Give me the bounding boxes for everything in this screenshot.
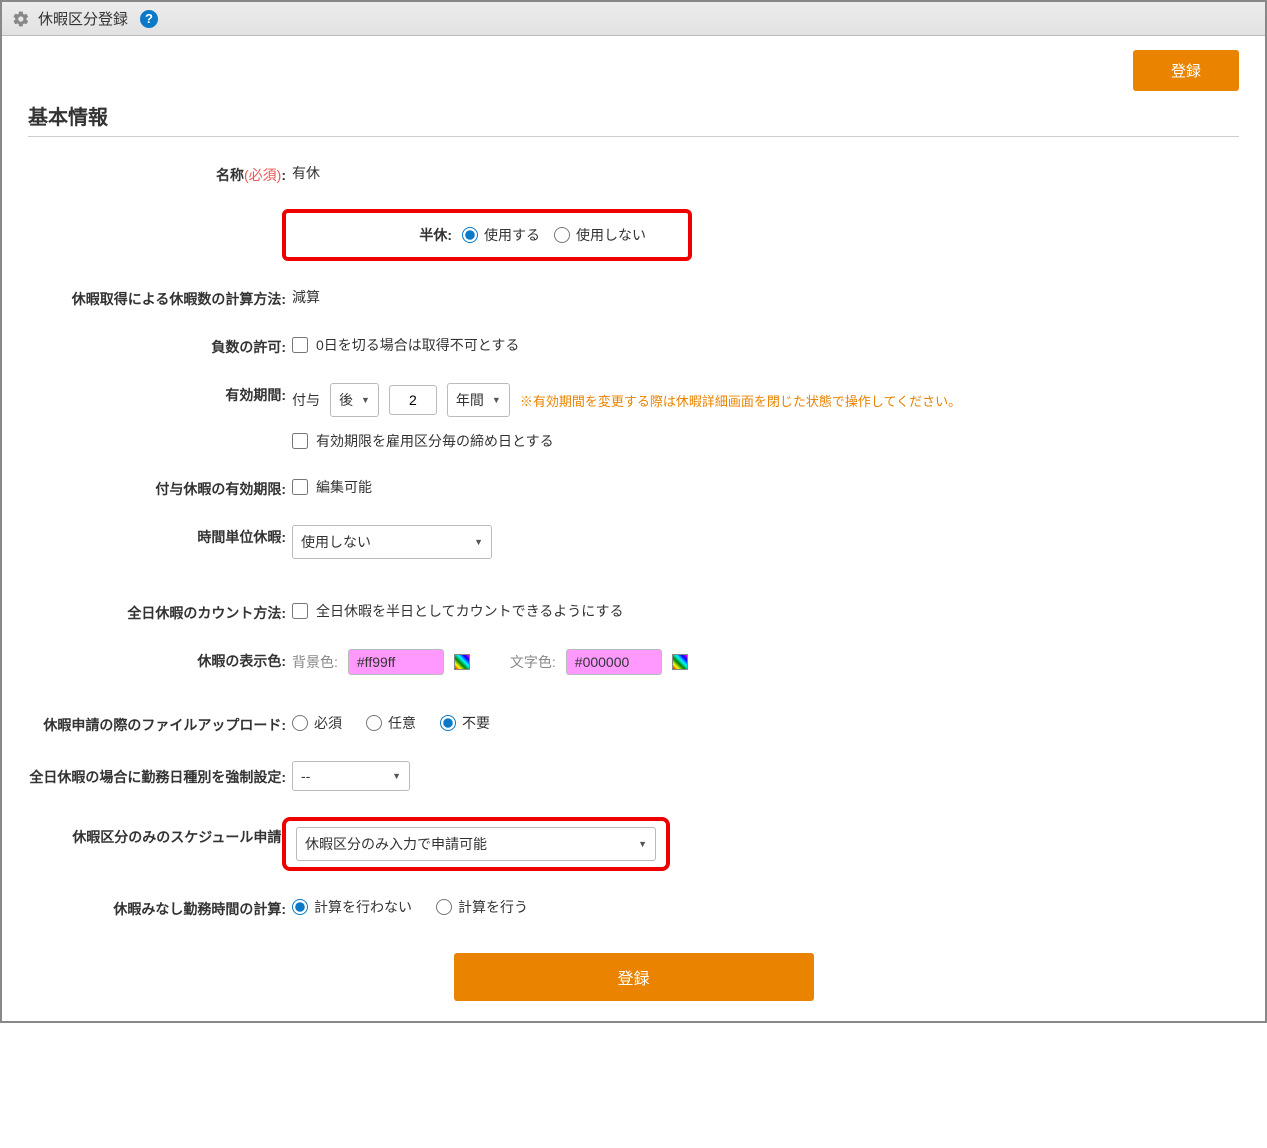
label-valid: 有効期間: xyxy=(28,381,292,405)
valid-hint: ※有効期間を変更する際は休暇詳細画面を閉じた状態で操作してください。 xyxy=(520,391,961,410)
row-grant: 付与休暇の有効期限: 編集可能 xyxy=(28,475,1239,499)
label-half: 半休: xyxy=(296,225,452,245)
gear-icon xyxy=(12,10,30,28)
row-colors: 休暇の表示色: 背景色: #ff99ff 文字色: #000000 xyxy=(28,647,1239,675)
value-name: 有休 xyxy=(292,161,1239,183)
select-sched[interactable]: 休暇区分のみ入力で申請可能 ▼ xyxy=(296,827,656,861)
cb-fullcount[interactable]: 全日休暇を半日としてカウントできるようにする xyxy=(292,601,623,621)
label-minashi: 休暇みなし勤務時間の計算: xyxy=(28,895,292,919)
row-valid2: 有効期限を雇用区分毎の締め日とする xyxy=(28,429,1239,451)
row-force: 全日休暇の場合に勤務日種別を強制設定: -- ▼ xyxy=(28,759,1239,791)
row-name: 名称(必須): 有休 xyxy=(28,161,1239,185)
top-register-row: 登録 xyxy=(28,50,1239,91)
section-title: 基本情報 xyxy=(28,101,1239,137)
fg-color-label: 文字色: xyxy=(510,652,556,672)
row-minashi: 休暇みなし勤務時間の計算: 計算を行わない 計算を行う xyxy=(28,895,1239,919)
content: 登録 基本情報 名称(必須): 有休 半休: 使用する xyxy=(2,36,1265,1021)
calc-value: 減算 xyxy=(292,287,320,307)
radio-upload-none[interactable]: 不要 xyxy=(440,713,490,733)
register-button-top[interactable]: 登録 xyxy=(1133,50,1239,91)
fg-color-picker-icon[interactable] xyxy=(672,654,688,670)
bottom-register-row: 登録 xyxy=(28,953,1239,1001)
bg-color-label: 背景色: xyxy=(292,652,338,672)
highlight-half: 半休: 使用する 使用しない xyxy=(282,209,692,261)
row-valid: 有効期間: 付与 後 年間 ※有効期間を変更する際は休暇詳細画面を閉じた状態で操… xyxy=(28,381,1239,417)
name-value: 有休 xyxy=(292,163,320,183)
cb-grant-editable[interactable]: 編集可能 xyxy=(292,477,372,497)
select-unit[interactable]: 年間 xyxy=(447,383,510,417)
valid-prefix: 付与 xyxy=(292,390,320,410)
page-title: 休暇区分登録 xyxy=(38,8,128,29)
radio-half-use[interactable]: 使用する xyxy=(462,225,540,245)
row-calc: 休暇取得による休暇数の計算方法: 減算 xyxy=(28,285,1239,309)
select-force[interactable]: -- ▼ xyxy=(292,761,410,791)
radio-minashi-no[interactable]: 計算を行わない xyxy=(292,897,412,917)
cb-valid-closedate[interactable]: 有効期限を雇用区分毎の締め日とする xyxy=(292,431,554,451)
select-hourly[interactable]: 使用しない ▼ xyxy=(292,525,492,559)
bg-color-input[interactable]: #ff99ff xyxy=(348,649,444,675)
highlight-sched: 休暇区分のみ入力で申請可能 ▼ xyxy=(282,817,670,871)
radio-minashi-yes[interactable]: 計算を行う xyxy=(436,897,528,917)
label-hourly: 時間単位休暇: xyxy=(28,523,292,547)
radio-upload-optional[interactable]: 任意 xyxy=(366,713,416,733)
select-after[interactable]: 後 xyxy=(330,383,379,417)
label-colors: 休暇の表示色: xyxy=(28,647,292,671)
bg-color-picker-icon[interactable] xyxy=(454,654,470,670)
row-sched: 休暇区分のみのスケジュール申請: 休暇区分のみ入力で申請可能 ▼ xyxy=(28,815,1239,871)
label-sched: 休暇区分のみのスケジュール申請: xyxy=(28,815,292,847)
radio-upload-required[interactable]: 必須 xyxy=(292,713,342,733)
fg-color-input[interactable]: #000000 xyxy=(566,649,662,675)
row-hourly: 時間単位休暇: 使用しない ▼ xyxy=(28,523,1239,559)
row-upload: 休暇申請の際のファイルアップロード: 必須 任意 不要 xyxy=(28,711,1239,735)
label-calc: 休暇取得による休暇数の計算方法: xyxy=(28,285,292,309)
row-negative: 負数の許可: 0日を切る場合は取得不可とする xyxy=(28,333,1239,357)
label-negative: 負数の許可: xyxy=(28,333,292,357)
label-force: 全日休暇の場合に勤務日種別を強制設定: xyxy=(28,764,292,786)
register-button-bottom[interactable]: 登録 xyxy=(454,953,814,1001)
label-upload: 休暇申請の際のファイルアップロード: xyxy=(28,711,292,735)
titlebar: 休暇区分登録 ? xyxy=(2,2,1265,36)
label-grant: 付与休暇の有効期限: xyxy=(28,475,292,499)
cb-negative[interactable]: 0日を切る場合は取得不可とする xyxy=(292,335,519,355)
row-half: 半休: 使用する 使用しない xyxy=(28,209,1239,261)
row-fullcount: 全日休暇のカウント方法: 全日休暇を半日としてカウントできるようにする xyxy=(28,599,1239,623)
radio-half-notuse[interactable]: 使用しない xyxy=(554,225,646,245)
label-name: 名称(必須): xyxy=(28,161,292,185)
input-valid-num[interactable] xyxy=(389,385,437,415)
help-icon[interactable]: ? xyxy=(140,10,158,28)
label-fullcount: 全日休暇のカウント方法: xyxy=(28,599,292,623)
